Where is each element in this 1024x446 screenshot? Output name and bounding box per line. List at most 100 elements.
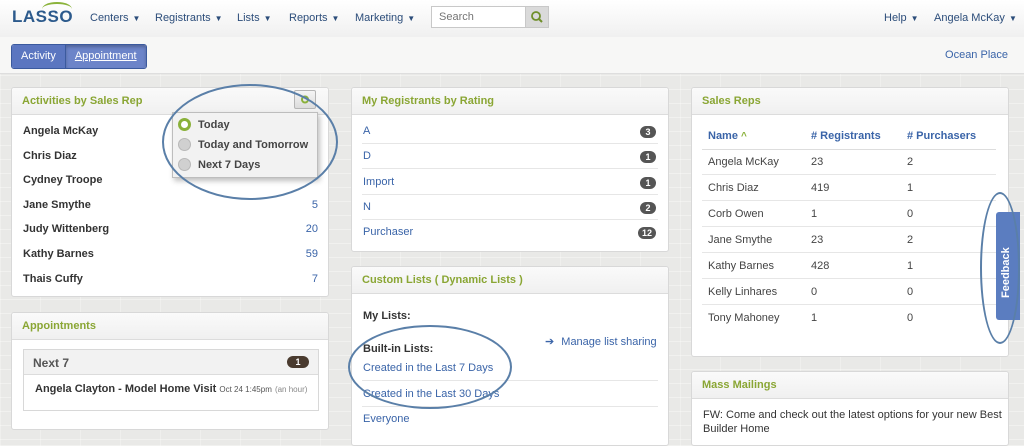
rating-count-badge: 1 xyxy=(640,151,656,163)
range-dropdown-menu: Today Today and Tomorrow Next 7 Days xyxy=(172,112,318,178)
rating-link[interactable]: N xyxy=(363,201,371,213)
custom-lists-panel: Custom Lists ( Dynamic Lists ) My Lists:… xyxy=(351,266,669,446)
appointment-item[interactable]: Angela Clayton - Model Home Visit Oct 24… xyxy=(35,383,307,395)
appointment-duration: (an hour) xyxy=(274,385,308,394)
list-link[interactable]: Created in the Last 7 Days xyxy=(363,362,493,374)
appointment-button[interactable]: Appointment xyxy=(64,45,146,68)
panel-title: Activities by Sales Rep xyxy=(12,88,328,115)
column-header-registrants[interactable]: # Registrants xyxy=(811,130,881,142)
gear-icon xyxy=(301,95,309,104)
rep-link[interactable]: Chris Diaz xyxy=(708,182,759,194)
nav-marketing[interactable]: Marketing ▼ xyxy=(355,12,415,24)
rep-count[interactable]: 20 xyxy=(306,223,318,235)
purchasers-cell: 0 xyxy=(907,286,914,298)
rating-link[interactable]: D xyxy=(363,150,371,162)
range-option-next-7-days[interactable]: Next 7 Days xyxy=(178,156,312,174)
registrants-cell: 1 xyxy=(811,208,818,220)
logo-swoosh-icon xyxy=(42,2,72,16)
group-header: Next 7 1 xyxy=(24,350,318,375)
list-link[interactable]: Created in the Last 30 Days xyxy=(363,388,499,400)
rep-link[interactable]: Jane Smythe xyxy=(708,234,772,246)
rating-link[interactable]: Purchaser xyxy=(363,226,413,238)
rep-name[interactable]: Kathy Barnes xyxy=(23,248,94,260)
radio-selected-icon xyxy=(178,118,191,131)
rep-name[interactable]: Thais Cuffy xyxy=(23,273,83,285)
my-lists-heading: My Lists: xyxy=(363,310,411,322)
built-in-lists-heading: Built-in Lists: xyxy=(363,343,434,355)
mass-mailings-panel: Mass Mailings FW: Come and check out the… xyxy=(691,371,1009,446)
nav-registrants[interactable]: Registrants ▼ xyxy=(155,12,223,24)
rep-name[interactable]: Angela McKay xyxy=(23,125,98,137)
caret-down-icon: ▼ xyxy=(132,14,141,23)
appointment-date: Oct 24 1:45pm xyxy=(219,385,272,394)
mailing-subject-line1[interactable]: FW: Come and check out the latest option… xyxy=(703,409,1002,421)
rep-link[interactable]: Tony Mahoney xyxy=(708,312,780,324)
rep-count[interactable]: 59 xyxy=(306,248,318,260)
rep-name[interactable]: Jane Smythe xyxy=(23,199,91,211)
activity-button[interactable]: Activity xyxy=(12,45,65,68)
rep-link[interactable]: Kelly Linhares xyxy=(708,286,777,298)
row-divider xyxy=(362,143,658,144)
rep-name[interactable]: Cydney Troope xyxy=(23,174,102,186)
search-input[interactable] xyxy=(432,7,531,27)
ratings-panel: My Registrants by Rating A 3 D 1 Import … xyxy=(351,87,669,252)
registrants-cell: 23 xyxy=(811,156,824,168)
caret-down-icon: ▼ xyxy=(263,14,272,23)
purchasers-cell: 2 xyxy=(907,156,914,168)
rep-name[interactable]: Chris Diaz xyxy=(23,150,77,162)
search-button[interactable] xyxy=(525,6,549,28)
purchasers-cell: 1 xyxy=(907,182,914,194)
nav-lists[interactable]: Lists ▼ xyxy=(237,12,272,24)
rating-link[interactable]: Import xyxy=(363,176,394,188)
location-link[interactable]: Ocean Place xyxy=(945,49,1008,61)
rating-count-badge: 2 xyxy=(640,202,656,214)
mailing-subject-line2[interactable]: Builder Home xyxy=(703,423,770,435)
manage-list-sharing-link[interactable]: ➔ Manage list sharing xyxy=(545,335,657,348)
nav-help[interactable]: Help ▼ xyxy=(884,12,919,24)
rep-link[interactable]: Kathy Barnes xyxy=(708,260,774,272)
range-dropdown-toggle[interactable] xyxy=(294,90,316,109)
group-count-badge: 1 xyxy=(287,356,309,368)
group-label: Next 7 xyxy=(33,356,70,370)
purchasers-cell: 0 xyxy=(907,208,914,220)
row-divider xyxy=(702,252,996,253)
registrants-cell: 1 xyxy=(811,312,818,324)
rep-link[interactable]: Corb Owen xyxy=(708,208,764,220)
rep-link[interactable]: Angela McKay xyxy=(708,156,779,168)
panel-title: My Registrants by Rating xyxy=(352,88,668,115)
rep-count[interactable]: 7 xyxy=(312,273,318,285)
view-toggle: Activity Appointment xyxy=(11,44,147,69)
rep-name[interactable]: Judy Wittenberg xyxy=(23,223,109,235)
sub-toolbar: Activity Appointment Ocean Place xyxy=(0,37,1024,74)
nav-user-menu[interactable]: Angela McKay ▼ xyxy=(934,12,1017,24)
sort-ascending-icon: ^ xyxy=(740,131,747,142)
rating-count-badge: 3 xyxy=(640,126,656,138)
rating-link[interactable]: A xyxy=(363,125,370,137)
row-divider xyxy=(702,200,996,201)
sales-reps-panel: Sales Reps Name ^ # Registrants # Purchas… xyxy=(691,87,1009,357)
column-header-purchasers[interactable]: # Purchasers xyxy=(907,130,976,142)
caret-down-icon: ▼ xyxy=(910,14,919,23)
range-option-today[interactable]: Today xyxy=(178,116,312,134)
nav-centers[interactable]: Centers ▼ xyxy=(90,12,140,24)
panel-title: Sales Reps xyxy=(692,88,1008,115)
column-header-name[interactable]: Name ^ xyxy=(708,130,747,142)
caret-down-icon: ▼ xyxy=(1008,14,1017,23)
lasso-logo[interactable]: LASSO xyxy=(12,2,73,27)
list-link[interactable]: Everyone xyxy=(363,413,409,425)
caret-down-icon: ▼ xyxy=(214,14,223,23)
search-icon xyxy=(531,11,543,23)
feedback-tab[interactable]: Feedback xyxy=(996,212,1020,320)
appointment-title: Angela Clayton - Model Home Visit xyxy=(35,383,217,395)
nav-reports[interactable]: Reports ▼ xyxy=(289,12,339,24)
rating-count-badge: 12 xyxy=(637,227,656,239)
purchasers-cell: 0 xyxy=(907,312,914,324)
registrants-cell: 428 xyxy=(811,260,830,272)
arrow-right-icon: ➔ xyxy=(545,336,555,348)
appointments-panel: Appointments Next 7 1 Angela Clayton - M… xyxy=(11,312,329,430)
rep-count[interactable]: 5 xyxy=(312,199,318,211)
row-divider xyxy=(362,406,658,407)
purchasers-cell: 1 xyxy=(907,260,914,272)
rating-count-badge: 1 xyxy=(640,177,656,189)
range-option-today-tomorrow[interactable]: Today and Tomorrow xyxy=(178,136,312,154)
